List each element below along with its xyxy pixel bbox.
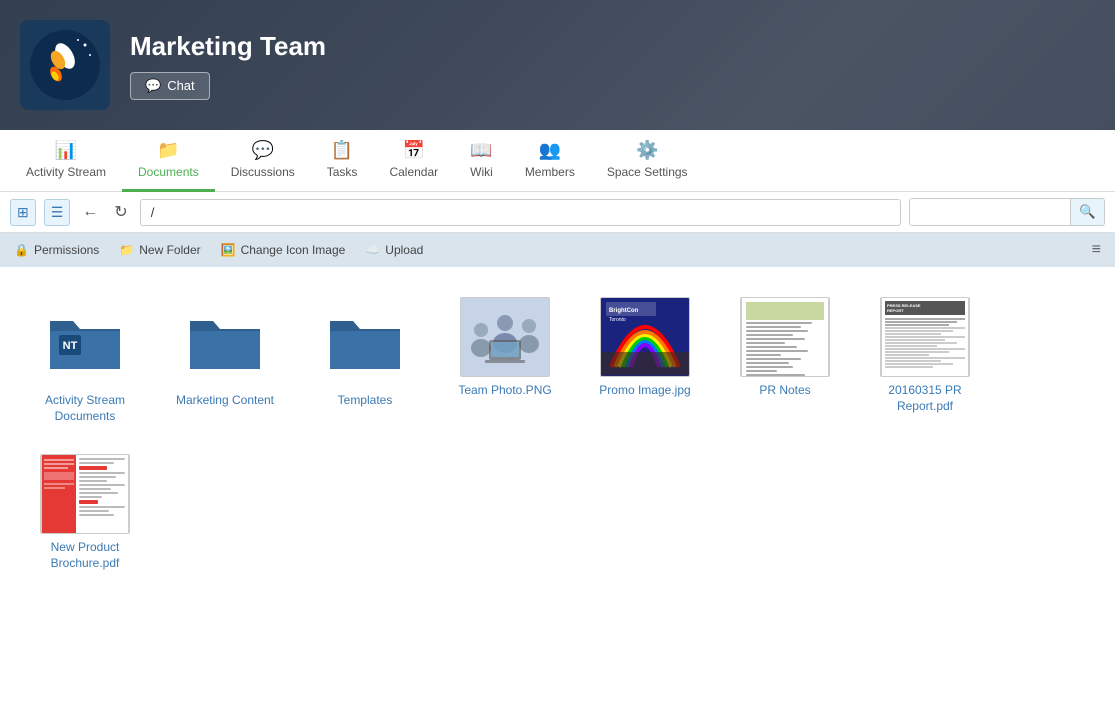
promo-image-thumb: BrightCon Toronto — [600, 297, 690, 377]
brochure-image — [41, 454, 129, 534]
tab-space-settings[interactable]: ⚙️ Space Settings — [591, 130, 704, 192]
file-item-team-photo[interactable]: Team Photo.PNG — [440, 287, 570, 434]
team-photo-thumb — [460, 297, 550, 377]
search-button[interactable]: 🔍 — [1070, 199, 1104, 225]
tasks-icon: 📋 — [331, 140, 353, 161]
file-name-pr-notes: PR Notes — [759, 383, 810, 399]
upload-button[interactable]: ☁️ Upload — [365, 243, 423, 257]
file-item-templates[interactable]: Templates — [300, 287, 430, 434]
file-item-promo-image[interactable]: BrightCon Toronto Promo Image.jpg — [580, 287, 710, 434]
folder-icon-marketing-content — [180, 297, 270, 387]
brochure-left-panel — [42, 455, 76, 533]
members-icon: 👥 — [539, 140, 561, 161]
file-name-team-photo: Team Photo.PNG — [458, 383, 551, 399]
search-box: 🔍 — [909, 198, 1105, 226]
promo-image: BrightCon Toronto — [601, 297, 689, 377]
file-item-activity-stream-docs[interactable]: NT Activity StreamDocuments — [20, 287, 150, 434]
brochure-right-panel — [76, 455, 128, 533]
pr-report-image: PRESS RELEASEREPORT — [881, 297, 969, 377]
pr-notes-thumb — [740, 297, 830, 377]
file-name-activity-stream-docs: Activity StreamDocuments — [45, 393, 125, 424]
documents-icon: 📁 — [157, 140, 179, 161]
activity-stream-icon: 📊 — [55, 140, 77, 161]
refresh-button[interactable]: ↻ — [110, 200, 131, 224]
new-folder-icon: 📁 — [119, 243, 134, 257]
team-photo-image — [461, 297, 549, 377]
chat-button[interactable]: 💬 Chat — [130, 72, 210, 100]
file-name-pr-report: 20160315 PRReport.pdf — [888, 383, 961, 414]
change-icon-button[interactable]: 🖼️ Change Icon Image — [221, 243, 346, 257]
nav-tabs: 📊 Activity Stream 📁 Documents 💬 Discussi… — [0, 130, 1115, 192]
files-grid: NT Activity StreamDocuments Marketing Co… — [0, 267, 1115, 601]
header-info: Marketing Team 💬 Chat — [130, 31, 326, 100]
file-name-new-product-brochure: New ProductBrochure.pdf — [51, 540, 120, 571]
svg-text:Toronto: Toronto — [609, 317, 626, 323]
action-bar: 🔒 Permissions 📁 New Folder 🖼️ Change Ico… — [0, 233, 1115, 267]
tab-members[interactable]: 👥 Members — [509, 130, 591, 192]
file-item-new-product-brochure[interactable]: New ProductBrochure.pdf — [20, 444, 150, 581]
list-view-button[interactable]: ☰ — [44, 199, 71, 226]
chat-icon: 💬 — [145, 78, 161, 94]
tab-tasks[interactable]: 📋 Tasks — [311, 130, 374, 192]
header-banner: Marketing Team 💬 Chat — [0, 0, 1115, 130]
folder-icon-activity-stream: NT — [40, 297, 130, 387]
discussions-icon: 💬 — [252, 140, 274, 161]
back-button[interactable]: ← — [78, 201, 102, 223]
tab-activity-stream[interactable]: 📊 Activity Stream — [10, 130, 122, 192]
calendar-icon: 📅 — [403, 140, 425, 161]
file-item-marketing-content[interactable]: Marketing Content — [160, 287, 290, 434]
file-item-pr-report[interactable]: PRESS RELEASEREPORT — [860, 287, 990, 434]
team-logo — [20, 20, 110, 110]
lock-icon: 🔒 — [14, 243, 29, 257]
file-name-promo-image: Promo Image.jpg — [599, 383, 690, 399]
image-icon: 🖼️ — [221, 243, 236, 257]
svg-text:BrightCon: BrightCon — [609, 308, 639, 314]
pr-notes-image — [741, 297, 829, 377]
path-input[interactable] — [140, 199, 902, 226]
new-folder-button[interactable]: 📁 New Folder — [119, 243, 200, 257]
tab-discussions[interactable]: 💬 Discussions — [215, 130, 311, 192]
search-input[interactable] — [910, 199, 1070, 225]
team-title: Marketing Team — [130, 31, 326, 62]
tab-calendar[interactable]: 📅 Calendar — [373, 130, 454, 192]
folder-icon-templates — [320, 297, 410, 387]
grid-view-button[interactable]: ⊞ — [10, 199, 36, 226]
file-name-templates: Templates — [338, 393, 393, 409]
wiki-icon: 📖 — [470, 140, 492, 161]
toolbar: ⊞ ☰ ← ↻ 🔍 — [0, 192, 1115, 233]
brochure-thumb — [40, 454, 130, 534]
svg-text:NT: NT — [63, 340, 78, 352]
pr-report-thumb: PRESS RELEASEREPORT — [880, 297, 970, 377]
space-settings-icon: ⚙️ — [636, 140, 658, 161]
file-item-pr-notes[interactable]: PR Notes — [720, 287, 850, 434]
permissions-button[interactable]: 🔒 Permissions — [14, 243, 99, 257]
upload-icon: ☁️ — [365, 243, 380, 257]
file-name-marketing-content: Marketing Content — [176, 393, 274, 409]
more-options-button[interactable]: ≡ — [1092, 241, 1101, 259]
tab-documents[interactable]: 📁 Documents — [122, 130, 215, 192]
tab-wiki[interactable]: 📖 Wiki — [454, 130, 509, 192]
